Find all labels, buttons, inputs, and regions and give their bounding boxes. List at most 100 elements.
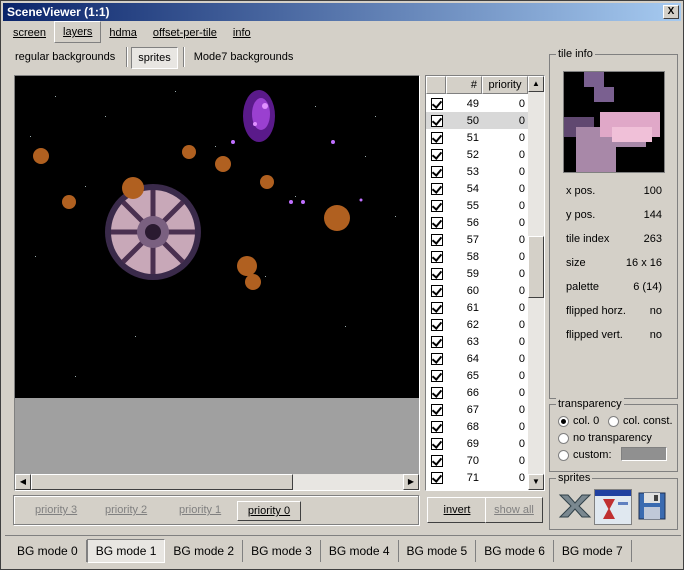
list-item[interactable]: 60 0 <box>426 282 528 299</box>
bg-mode-5-tab[interactable]: BG mode 5 <box>399 540 477 562</box>
list-item[interactable]: 57 0 <box>426 231 528 248</box>
sprite-list[interactable]: # priority 49 0 50 0 51 0 52 0 53 0 54 0 55 0 56 0 57 0 58… <box>425 75 545 491</box>
visibility-checkbox[interactable] <box>431 114 443 127</box>
cross-arrows-icon[interactable] <box>558 491 592 521</box>
custom-color-swatch[interactable] <box>621 447 667 461</box>
sprite-viewport[interactable]: ◀ ▶ <box>14 75 420 491</box>
visibility-checkbox[interactable] <box>431 284 443 297</box>
hourglass-icon[interactable] <box>594 489 632 525</box>
scroll-thumb[interactable] <box>528 236 544 298</box>
tab-screen[interactable]: screen <box>5 23 54 43</box>
sprite-priority: 0 <box>518 420 525 433</box>
list-item[interactable]: 67 0 <box>426 401 528 418</box>
subtab-mode7-backgrounds[interactable]: Mode7 backgrounds <box>188 47 300 67</box>
visibility-checkbox[interactable] <box>431 369 443 382</box>
list-item[interactable]: 50 0 <box>426 112 528 129</box>
visibility-checkbox[interactable] <box>431 267 443 280</box>
list-item[interactable]: 64 0 <box>426 350 528 367</box>
list-item[interactable]: 61 0 <box>426 299 528 316</box>
visibility-checkbox[interactable] <box>431 437 443 450</box>
header-check-col[interactable] <box>426 76 446 94</box>
priority-2-button[interactable]: priority 2 <box>105 499 147 521</box>
subtab-regular-backgrounds[interactable]: regular backgrounds <box>9 47 121 67</box>
scroll-down-button[interactable]: ▼ <box>528 474 544 490</box>
nebula-sprite <box>243 90 275 142</box>
sprite-number: 51 <box>466 131 479 144</box>
list-item[interactable]: 63 0 <box>426 333 528 350</box>
list-item[interactable]: 68 0 <box>426 418 528 435</box>
bg-mode-1-tab[interactable]: BG mode 1 <box>86 539 166 563</box>
radio-no-transparency[interactable]: no transparency <box>558 432 652 444</box>
bg-mode-0-tab[interactable]: BG mode 0 <box>9 540 87 562</box>
radio-col0[interactable]: col. 0 <box>558 415 599 427</box>
sprite-number: 59 <box>466 267 479 280</box>
visibility-checkbox[interactable] <box>431 403 443 416</box>
list-item[interactable]: 56 0 <box>426 214 528 231</box>
invert-button[interactable]: invert <box>427 497 487 523</box>
scroll-left-button[interactable]: ◀ <box>15 474 31 490</box>
priority-3-button[interactable]: priority 3 <box>35 499 77 521</box>
radio-col-const[interactable]: col. const. <box>608 415 673 427</box>
bg-mode-3-tab[interactable]: BG mode 3 <box>243 540 321 562</box>
list-item[interactable]: 58 0 <box>426 248 528 265</box>
visibility-checkbox[interactable] <box>431 165 443 178</box>
visibility-checkbox[interactable] <box>431 386 443 399</box>
visibility-checkbox[interactable] <box>431 216 443 229</box>
visibility-checkbox[interactable] <box>431 471 443 484</box>
list-item[interactable]: 49 0 <box>426 95 528 112</box>
visibility-checkbox[interactable] <box>431 335 443 348</box>
vertical-scrollbar[interactable]: ▲ ▼ <box>528 76 544 490</box>
list-item[interactable]: 70 0 <box>426 452 528 469</box>
bg-mode-2-tab[interactable]: BG mode 2 <box>165 540 244 562</box>
sprite-priority: 0 <box>518 97 525 110</box>
visibility-checkbox[interactable] <box>431 148 443 161</box>
header-number[interactable]: # <box>446 76 482 94</box>
bg-mode-7-tab[interactable]: BG mode 7 <box>554 540 632 562</box>
layer-subtabs: regular backgrounds sprites Mode7 backgr… <box>9 47 301 69</box>
radio-custom[interactable]: custom: <box>558 449 612 461</box>
list-item[interactable]: 71 0 <box>426 469 528 486</box>
list-item[interactable]: 52 0 <box>426 146 528 163</box>
visibility-checkbox[interactable] <box>431 97 443 110</box>
scroll-up-button[interactable]: ▲ <box>528 76 544 92</box>
close-button[interactable]: X <box>663 5 679 19</box>
scroll-thumb[interactable] <box>31 474 293 490</box>
save-icon[interactable] <box>638 492 666 520</box>
visibility-checkbox[interactable] <box>431 352 443 365</box>
visibility-checkbox[interactable] <box>431 131 443 144</box>
scroll-right-button[interactable]: ▶ <box>403 474 419 490</box>
list-item[interactable]: 55 0 <box>426 197 528 214</box>
visibility-checkbox[interactable] <box>431 420 443 433</box>
tab-offset-per-tile[interactable]: offset-per-tile <box>145 23 225 43</box>
list-item[interactable]: 65 0 <box>426 367 528 384</box>
visibility-checkbox[interactable] <box>431 182 443 195</box>
list-item[interactable]: 62 0 <box>426 316 528 333</box>
list-item[interactable]: 66 0 <box>426 384 528 401</box>
list-item[interactable]: 69 0 <box>426 435 528 452</box>
tab-layers[interactable]: layers <box>54 21 102 43</box>
tab-info[interactable]: info <box>225 23 259 43</box>
visibility-checkbox[interactable] <box>431 233 443 246</box>
visibility-checkbox[interactable] <box>431 318 443 331</box>
priority-1-button[interactable]: priority 1 <box>179 499 221 521</box>
visibility-checkbox[interactable] <box>431 301 443 314</box>
show-all-button[interactable]: show all <box>485 497 543 523</box>
visibility-checkbox[interactable] <box>431 454 443 467</box>
bg-mode-6-tab[interactable]: BG mode 6 <box>476 540 554 562</box>
header-priority[interactable]: priority <box>482 76 528 94</box>
visibility-checkbox[interactable] <box>431 199 443 212</box>
sprite-priority: 0 <box>518 182 525 195</box>
list-item[interactable]: 54 0 <box>426 180 528 197</box>
list-item[interactable]: 59 0 <box>426 265 528 282</box>
bg-mode-4-tab[interactable]: BG mode 4 <box>321 540 399 562</box>
sprite-number: 60 <box>466 284 479 297</box>
subtab-sprites[interactable]: sprites <box>131 47 178 69</box>
sprite-priority: 0 <box>518 284 525 297</box>
list-item[interactable]: 53 0 <box>426 163 528 180</box>
list-item[interactable]: 51 0 <box>426 129 528 146</box>
separator <box>182 47 185 67</box>
priority-0-button[interactable]: priority 0 <box>237 501 301 521</box>
visibility-checkbox[interactable] <box>431 250 443 263</box>
tab-hdma[interactable]: hdma <box>101 23 145 43</box>
horizontal-scrollbar[interactable]: ◀ ▶ <box>15 474 419 490</box>
